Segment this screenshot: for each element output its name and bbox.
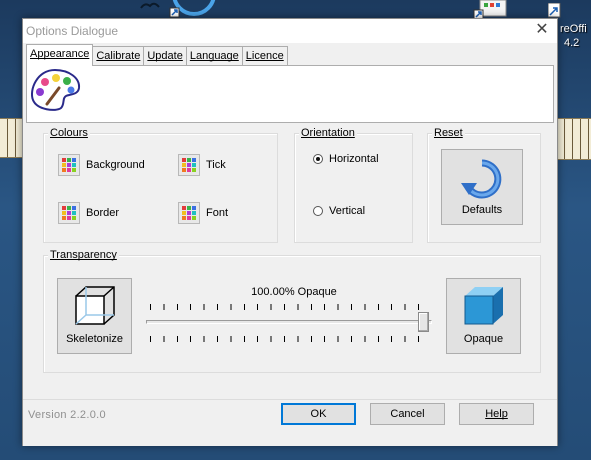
tick-label: Tick <box>206 159 226 171</box>
tab-update[interactable]: Update <box>143 46 187 66</box>
border-label: Border <box>86 207 120 219</box>
palette-icon <box>29 68 81 115</box>
help-button[interactable]: Help <box>459 403 534 425</box>
opaque-button[interactable]: Opaque <box>446 278 521 354</box>
tab-strip: Appearance Calibrate Update Language Lic… <box>26 44 288 66</box>
close-button[interactable]: ✕ <box>533 21 551 39</box>
tab-header-pane <box>26 65 554 123</box>
transparency-value: 100.00% Opaque <box>251 286 337 298</box>
background-label: Background <box>86 159 145 171</box>
tab-licence[interactable]: Licence <box>241 46 288 66</box>
reset-group-label: Reset <box>432 127 465 139</box>
slider-ticks-bottom <box>150 336 426 342</box>
cancel-button-label: Cancel <box>390 408 425 420</box>
radio-vertical-label: Vertical <box>329 205 366 217</box>
transparency-slider-track[interactable] <box>146 320 432 324</box>
radio-horizontal-label: Horizontal <box>329 153 379 165</box>
colours-group: Colours Background Tick Border Font <box>43 127 278 243</box>
dialog-title: Options Dialogue <box>26 24 119 38</box>
border-colour-button[interactable]: Border <box>58 202 119 224</box>
colour-grid-icon <box>58 154 80 176</box>
radio-horizontal[interactable]: Horizontal <box>313 153 379 165</box>
colours-group-label: Colours <box>48 127 90 139</box>
ok-button[interactable]: OK <box>281 403 356 425</box>
defaults-button[interactable]: Defaults <box>441 149 523 225</box>
help-button-label: Help <box>485 408 508 420</box>
tab-language[interactable]: Language <box>185 46 243 66</box>
tab-calibrate[interactable]: Calibrate <box>92 46 145 66</box>
colour-grid-icon <box>178 154 200 176</box>
font-colour-button[interactable]: Font <box>178 202 228 224</box>
title-bar[interactable]: Options Dialogue ✕ <box>23 19 557 43</box>
radio-vertical-dot[interactable] <box>313 206 323 216</box>
desktop-icon-label: reOffi 4.2 <box>560 23 587 49</box>
colour-grid-icon <box>178 202 200 224</box>
skeletonize-button-label: Skeletonize <box>66 333 123 345</box>
skeletonize-button[interactable]: Skeletonize <box>57 278 132 354</box>
desktop-ruler-right <box>557 118 591 160</box>
radio-vertical[interactable]: Vertical <box>313 205 365 217</box>
transparency-group: Transparency Skeletonize 100.00% Opaque <box>43 249 541 373</box>
slider-ticks-top <box>150 304 426 310</box>
colour-grid-icon <box>58 202 80 224</box>
options-dialog: Options Dialogue ✕ Appearance Calibrate … <box>22 18 558 446</box>
radio-horizontal-dot[interactable] <box>313 154 323 164</box>
tick-colour-button[interactable]: Tick <box>178 154 226 176</box>
desktop-ruler-left <box>0 118 22 158</box>
wireframe-cube-icon <box>70 284 120 331</box>
ok-button-label: OK <box>310 408 327 420</box>
cancel-button[interactable]: Cancel <box>370 403 445 425</box>
background-colour-button[interactable]: Background <box>58 154 145 176</box>
orientation-group: Orientation Horizontal Vertical <box>294 127 413 243</box>
reset-group: Reset Defaults <box>427 127 541 243</box>
version-label: Version 2.2.0.0 <box>28 409 106 421</box>
desktop-bird-icon <box>140 0 160 13</box>
transparency-group-label: Transparency <box>48 249 119 261</box>
solid-cube-icon <box>459 284 509 331</box>
transparency-slider-thumb[interactable] <box>418 312 429 332</box>
font-label: Font <box>206 207 229 219</box>
defaults-button-label: Defaults <box>461 204 503 216</box>
opaque-button-label: Opaque <box>463 333 504 345</box>
tab-appearance[interactable]: Appearance <box>26 44 94 66</box>
orientation-group-label: Orientation <box>299 127 357 139</box>
reset-arrow-icon <box>460 157 504 204</box>
